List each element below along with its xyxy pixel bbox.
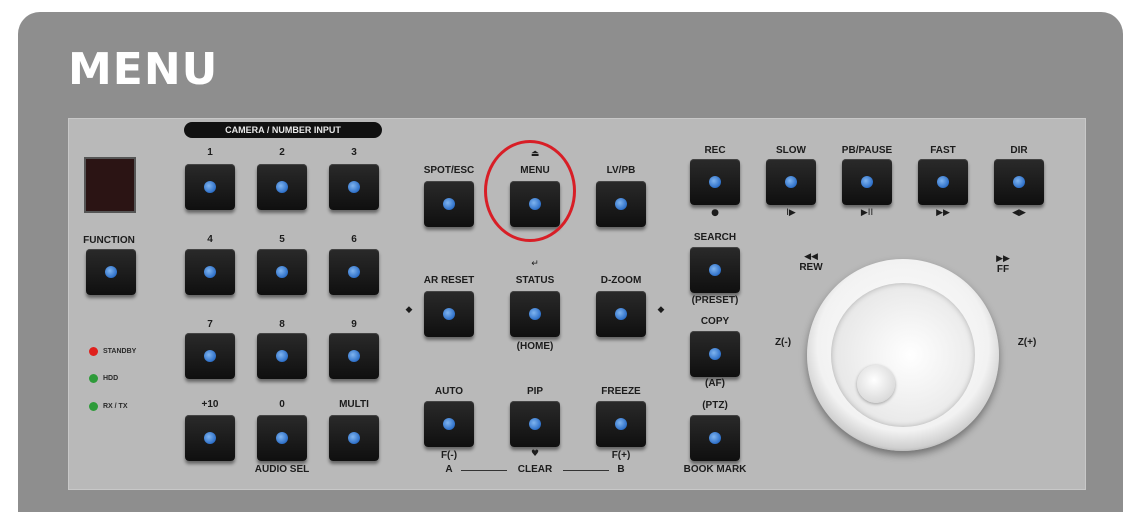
key-label-1: 1 [207, 147, 213, 158]
slow-label: SLOW [776, 145, 806, 156]
camera-1-button[interactable] [185, 164, 235, 210]
auto-button[interactable] [424, 401, 474, 447]
camera-0-button[interactable] [257, 415, 307, 461]
ar-reset-button[interactable] [424, 291, 474, 337]
function-label: FUNCTION [83, 235, 135, 246]
copy-button[interactable] [690, 331, 740, 377]
dir-button[interactable] [994, 159, 1044, 205]
slow-button[interactable] [766, 159, 816, 205]
rewind-icon: ◀◀ [804, 252, 818, 262]
hdd-label: HDD [103, 375, 119, 382]
search-button[interactable] [690, 247, 740, 293]
fast-forward-icon: ▶▶ [936, 208, 950, 218]
bookmark-button[interactable] [690, 415, 740, 461]
camera-4-button[interactable] [185, 249, 235, 295]
key-label-plus10: +10 [201, 399, 219, 410]
ar-reset-label: AR RESET [423, 275, 475, 286]
audio-sel-label: AUDIO SEL [254, 464, 310, 475]
rew-label: REW [799, 262, 823, 273]
lv-pb-label: LV/PB [606, 165, 636, 176]
camera-6-button[interactable] [329, 249, 379, 295]
camera-7-button[interactable] [185, 333, 235, 379]
camera-8-button[interactable] [257, 333, 307, 379]
key-label-7: 7 [207, 319, 213, 330]
lv-pb-button[interactable] [596, 181, 646, 227]
ff-label: FF [996, 264, 1010, 275]
rxtx-label: RX / TX [103, 403, 128, 410]
right-arrow-icon: ◆ [657, 305, 665, 315]
home-label: (HOME) [516, 341, 554, 352]
rxtx-led [89, 402, 98, 411]
camera-number-input-header: CAMERA / NUMBER INPUT [184, 122, 382, 138]
a-divider [461, 470, 507, 471]
freeze-label: FREEZE [601, 386, 641, 397]
play-pause-icon: ▶II [860, 208, 874, 218]
f-minus-label: F(-) [440, 450, 458, 461]
preset-label: (PRESET) [691, 295, 739, 306]
dir-label: DIR [1010, 145, 1028, 156]
b-divider [563, 470, 609, 471]
enter-icon: ↵ [531, 259, 539, 269]
record-icon: ● [711, 208, 719, 218]
key-label-0: 0 [279, 399, 285, 410]
d-zoom-button[interactable] [596, 291, 646, 337]
camera-3-button[interactable] [329, 164, 379, 210]
plus10-button[interactable] [185, 415, 235, 461]
rec-button[interactable] [690, 159, 740, 205]
jog-dial-inner[interactable] [831, 283, 975, 427]
copy-label: COPY [700, 316, 730, 327]
left-arrow-icon: ◆ [405, 305, 413, 315]
ptz-label: (PTZ) [702, 400, 728, 411]
zoom-minus-label: Z(-) [774, 337, 792, 348]
camera-2-button[interactable] [257, 164, 307, 210]
jog-finger-knob[interactable] [857, 365, 895, 403]
pb-pause-button[interactable] [842, 159, 892, 205]
hdd-led [89, 374, 98, 383]
spot-esc-button[interactable] [424, 181, 474, 227]
spot-esc-label: SPOT/ESC [423, 165, 475, 176]
b-label: B [617, 464, 625, 475]
fast-label: FAST [930, 145, 956, 156]
bookmark-label: BOOK MARK [683, 464, 747, 475]
key-label-5: 5 [279, 234, 285, 245]
freeze-button[interactable] [596, 401, 646, 447]
standby-led [89, 347, 98, 356]
zoom-plus-label: Z(+) [1017, 337, 1037, 348]
key-label-2: 2 [279, 147, 285, 158]
key-label-8: 8 [279, 319, 285, 330]
rec-label: REC [704, 145, 726, 156]
d-zoom-label: D-ZOOM [600, 275, 642, 286]
key-label-9: 9 [351, 319, 357, 330]
function-button[interactable] [86, 249, 136, 295]
slow-icon: I▶ [786, 208, 796, 218]
pip-label: PIP [526, 386, 544, 397]
status-label: STATUS [515, 275, 555, 286]
display-window [84, 157, 136, 213]
a-label: A [445, 464, 453, 475]
clear-label: CLEAR [517, 464, 553, 475]
auto-label: AUTO [434, 386, 464, 397]
direction-icon: ◀▶ [1012, 208, 1026, 218]
fast-button[interactable] [918, 159, 968, 205]
af-label: (AF) [705, 378, 725, 389]
jog-shuttle-dial[interactable] [807, 259, 999, 451]
key-label-4: 4 [207, 234, 213, 245]
key-label-multi: MULTI [339, 399, 369, 410]
page-title: MENU [68, 44, 219, 95]
key-label-6: 6 [351, 234, 357, 245]
key-label-3: 3 [351, 147, 357, 158]
pip-button[interactable] [510, 401, 560, 447]
standby-label: STANDBY [103, 348, 137, 355]
pb-pause-label: PB/PAUSE [841, 145, 893, 156]
dvr-front-panel: FUNCTION STANDBY HDD RX / TX CAMERA / NU… [68, 118, 1086, 490]
multi-button[interactable] [329, 415, 379, 461]
f-plus-label: F(+) [611, 450, 631, 461]
menu-highlight-circle [484, 140, 576, 242]
search-label: SEARCH [693, 232, 737, 243]
camera-5-button[interactable] [257, 249, 307, 295]
ff-icon: ▶▶ [996, 254, 1010, 264]
camera-9-button[interactable] [329, 333, 379, 379]
clear-down-icon: ♥ [530, 449, 540, 459]
status-button[interactable] [510, 291, 560, 337]
